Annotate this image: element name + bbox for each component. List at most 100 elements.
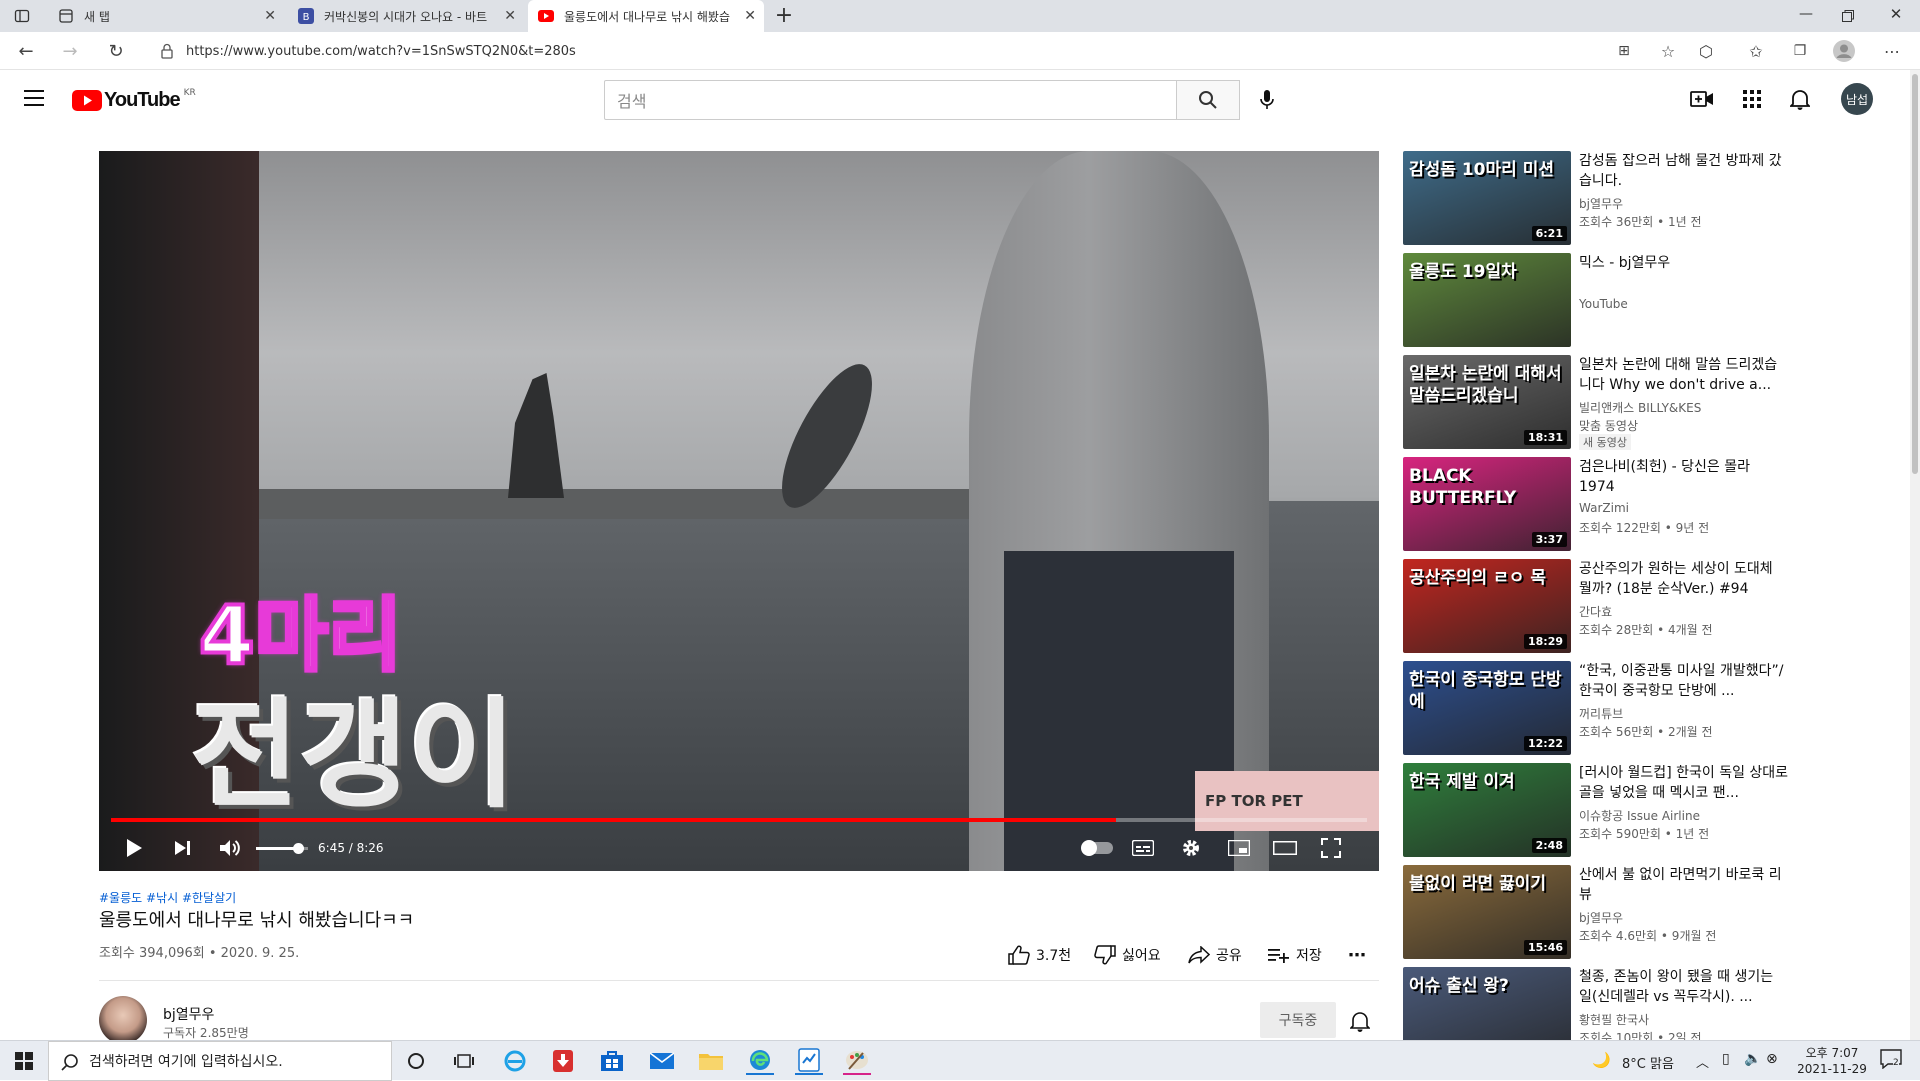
share-button[interactable]: 공유 xyxy=(1188,944,1242,966)
recommendation-card[interactable]: 불없이 라면 끓이기 15:46 산에서 불 없이 라면먹기 바로쿡 리뷰 bj열무우… xyxy=(1403,865,1873,959)
taskbar-file-explorer[interactable] xyxy=(697,1047,725,1075)
recommendation-card[interactable]: 감성돔 10마리 미션 6:21 감성돔 잡으러 남해 물건 방파제 갔습니다. bj… xyxy=(1403,151,1873,245)
add-favorite-icon[interactable]: ☆ xyxy=(1656,39,1680,63)
recommendation-thumbnail[interactable]: 불없이 라면 끓이기 15:46 xyxy=(1403,865,1571,959)
like-button[interactable]: 3.7천 xyxy=(1008,944,1071,966)
theater-mode-button[interactable] xyxy=(1271,834,1299,862)
weather-icon[interactable]: 🌙 xyxy=(1592,1051,1611,1069)
recommendation-channel[interactable]: 황현필 한국사 xyxy=(1579,1011,1649,1028)
tab-new-tab[interactable]: 새 탭 ✕ xyxy=(48,0,284,32)
new-tab-button[interactable]: + xyxy=(772,4,796,28)
subscribed-button[interactable]: 구독중 xyxy=(1260,1002,1336,1038)
taskbar-downloads[interactable] xyxy=(549,1047,577,1075)
progress-bar[interactable] xyxy=(111,818,1367,822)
search-button[interactable] xyxy=(1176,80,1240,120)
close-icon[interactable]: ✕ xyxy=(504,8,516,24)
recommendation-thumbnail[interactable]: BLACK BUTTERFLY 3:37 xyxy=(1403,457,1571,551)
url-field[interactable]: https://www.youtube.com/watch?v=1SnSwSTQ… xyxy=(140,37,1720,65)
channel-avatar[interactable] xyxy=(99,996,147,1044)
recommendation-title[interactable]: “한국, 이중관통 미사일 개발했다”/ 한국이 중국항모 단방에 ... xyxy=(1579,661,1789,701)
taskbar-edge[interactable] xyxy=(746,1047,774,1075)
hashtags[interactable]: #울릉도 #낚시 #한달살기 xyxy=(99,889,236,906)
back-button[interactable]: ← xyxy=(14,39,38,63)
page-scrollbar[interactable] xyxy=(1910,70,1920,1040)
tab-actions-icon[interactable] xyxy=(14,8,30,24)
notifications-button[interactable] xyxy=(1788,87,1812,111)
weather-text[interactable]: 8°C 맑음 xyxy=(1622,1053,1674,1072)
tab-article[interactable]: B 커박신봉의 시대가 오나요 - 바트 ✕ xyxy=(288,0,524,32)
taskbar-mail[interactable] xyxy=(648,1047,676,1075)
profile-icon[interactable] xyxy=(1832,39,1856,63)
collections-icon[interactable]: ❐ xyxy=(1788,39,1812,63)
recommendation-channel[interactable]: 꺼리튜브 xyxy=(1579,705,1623,722)
recommendation-thumbnail[interactable]: 울릉도 19일차 xyxy=(1403,253,1571,347)
start-button[interactable] xyxy=(10,1047,38,1075)
channel-notification-button[interactable] xyxy=(1349,1010,1374,1034)
volume-slider[interactable] xyxy=(255,834,309,862)
recommendation-thumbnail[interactable]: 한국 제발 이겨 2:48 xyxy=(1403,763,1571,857)
save-button[interactable]: 저장 xyxy=(1268,944,1322,966)
recommendation-title[interactable]: 일본차 논란에 대해 말씀 드리겠습니다 Why we don't drive … xyxy=(1579,355,1789,395)
autoplay-toggle[interactable] xyxy=(1081,834,1115,862)
close-icon[interactable]: ✕ xyxy=(744,8,756,24)
recommendation-channel[interactable]: 간다효 xyxy=(1579,603,1612,620)
taskbar-internet-explorer[interactable] xyxy=(501,1047,529,1075)
minimize-button[interactable]: — xyxy=(1796,6,1816,26)
recommendation-title[interactable]: 철종, 존놈이 왕이 됐을 때 생기는 일(신데렐라 vs 꼭두각시). ... xyxy=(1579,967,1789,1007)
favorites-icon[interactable]: ✩ xyxy=(1744,39,1768,63)
tab-youtube-active[interactable]: 울릉도에서 대나무로 낚시 해봤습 ✕ xyxy=(528,0,764,32)
battery-icon[interactable]: ▯ xyxy=(1722,1051,1730,1067)
more-menu-icon[interactable]: ⋯ xyxy=(1880,39,1904,63)
volume-knob[interactable] xyxy=(292,842,304,854)
play-button[interactable] xyxy=(121,834,147,862)
next-button[interactable] xyxy=(169,834,195,862)
recommendation-thumbnail[interactable]: 공산주의의 ㄹㅇ 목 18:29 xyxy=(1403,559,1571,653)
app-available-icon[interactable]: ⊞ xyxy=(1612,39,1636,63)
create-video-button[interactable] xyxy=(1690,87,1714,111)
close-window-button[interactable]: ✕ xyxy=(1886,5,1906,25)
recommendation-card[interactable]: BLACK BUTTERFLY 3:37 검은나비(최헌) - 당신은 몰라 197… xyxy=(1403,457,1873,551)
close-icon[interactable]: ✕ xyxy=(264,8,276,24)
recommendation-title[interactable]: 산에서 불 없이 라면먹기 바로쿡 리뷰 xyxy=(1579,865,1789,905)
recommendation-channel[interactable]: bj열무우 xyxy=(1579,909,1623,926)
recommendation-thumbnail[interactable]: 감성돔 10마리 미션 6:21 xyxy=(1403,151,1571,245)
task-view-button[interactable] xyxy=(450,1047,478,1075)
video-player[interactable]: 4마리 전갱이 FP TOR PET 6:45 / 8:26 xyxy=(99,151,1379,871)
scrollbar-thumb[interactable] xyxy=(1912,74,1918,474)
recommendation-title[interactable]: 믹스 - bj열무우 xyxy=(1579,253,1789,273)
recommendation-channel[interactable]: 빌리앤캐스 BILLY&KES xyxy=(1579,399,1701,416)
dislike-button[interactable]: 싫어요 xyxy=(1094,944,1161,966)
recommendation-thumbnail[interactable]: 일본차 논란에 대해서 말씀드리겠습니 18:31 xyxy=(1403,355,1571,449)
recommendation-title[interactable]: 공산주의가 원하는 세상이 도대체 뭘까? (18분 순삭Ver.) #94 xyxy=(1579,559,1789,599)
taskbar-search-input[interactable]: 검색하려면 여기에 입력하십시오. xyxy=(48,1041,392,1081)
clock-date[interactable]: 2021-11-29 xyxy=(1794,1062,1870,1076)
settings-button[interactable] xyxy=(1177,834,1205,862)
recommendation-channel[interactable]: 이슈항공 Issue Airline xyxy=(1579,807,1700,824)
recommendation-channel[interactable]: YouTube xyxy=(1579,297,1628,311)
refresh-button[interactable]: ↻ xyxy=(104,39,128,63)
recommendation-card[interactable]: 울릉도 19일차 믹스 - bj열무우 YouTube xyxy=(1403,253,1873,347)
cortana-button[interactable] xyxy=(402,1047,430,1075)
recommendation-channel[interactable]: WarZimi xyxy=(1579,501,1629,515)
restore-button[interactable] xyxy=(1842,7,1862,27)
subtitles-button[interactable] xyxy=(1129,834,1157,862)
recommendation-card[interactable]: 한국 제발 이겨 2:48 [러시아 월드컵] 한국이 독일 상대로 골을 넣었을 … xyxy=(1403,763,1873,857)
recommendation-channel[interactable]: bj열무우 xyxy=(1579,195,1623,212)
search-input[interactable]: 검색 xyxy=(604,80,1177,120)
recommendation-thumbnail[interactable]: 한국이 중국항모 단방에 12:22 xyxy=(1403,661,1571,755)
fullscreen-button[interactable] xyxy=(1317,834,1345,862)
extensions-icon[interactable]: ⬡ xyxy=(1694,39,1718,63)
taskbar-store[interactable] xyxy=(598,1047,626,1075)
mute-button[interactable] xyxy=(217,834,243,862)
apps-button[interactable] xyxy=(1740,87,1764,111)
forward-button[interactable]: → xyxy=(58,39,82,63)
taskbar-notes-app[interactable] xyxy=(795,1047,823,1075)
clock-time[interactable]: 오후 7:07 xyxy=(1800,1044,1864,1061)
hidden-icons-chevron-icon[interactable]: ︿ xyxy=(1696,1052,1709,1071)
account-avatar[interactable]: 남섭 xyxy=(1841,83,1873,115)
voice-search-button[interactable] xyxy=(1255,88,1279,112)
youtube-logo[interactable]: YouTube KR xyxy=(72,88,196,112)
recommendation-card[interactable]: 공산주의의 ㄹㅇ 목 18:29 공산주의가 원하는 세상이 도대체 뭘까? (18… xyxy=(1403,559,1873,653)
action-center-button[interactable]: 2 xyxy=(1880,1049,1904,1073)
more-actions-button[interactable]: ⋯ xyxy=(1348,944,1366,966)
